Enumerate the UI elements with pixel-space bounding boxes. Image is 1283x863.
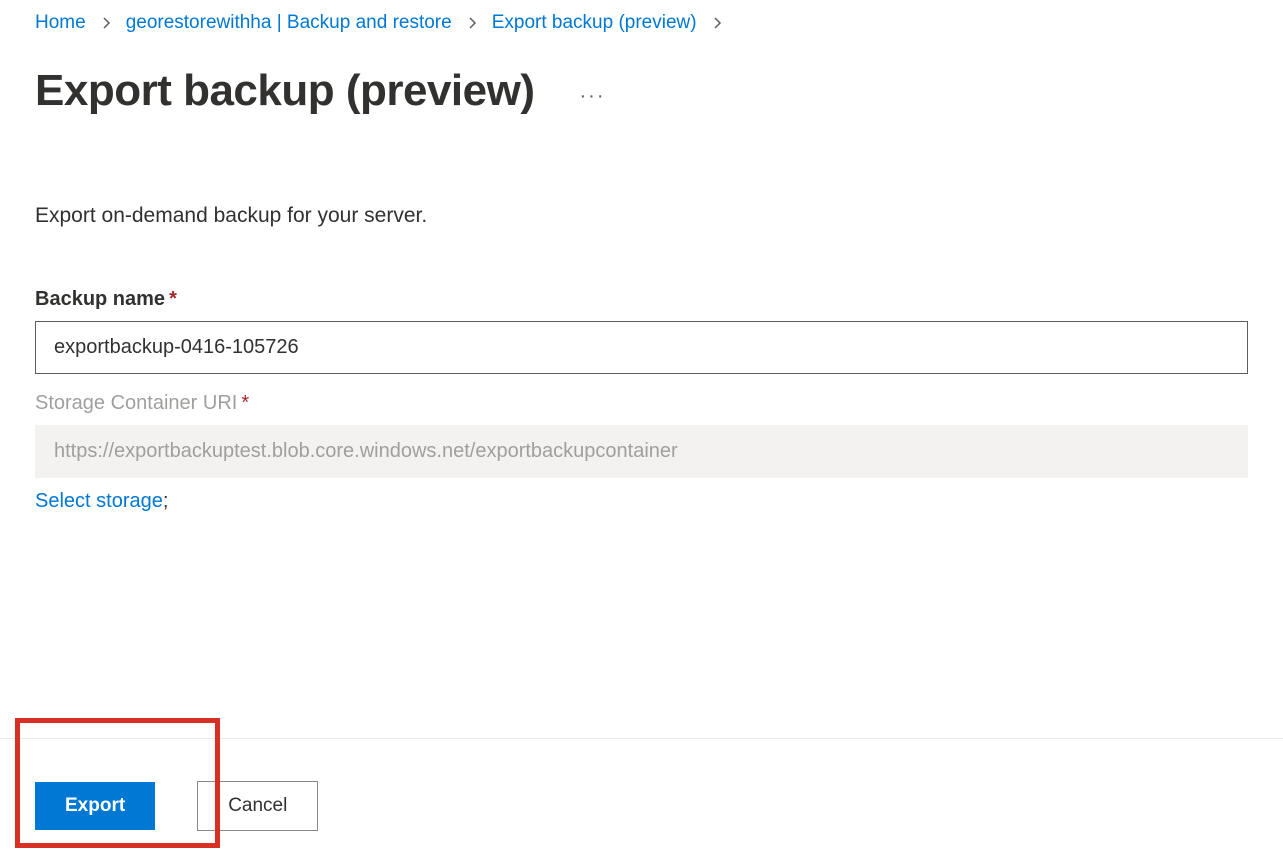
breadcrumb-home[interactable]: Home (35, 12, 86, 34)
chevron-right-icon (711, 17, 723, 29)
storage-uri-input (35, 425, 1248, 478)
chevron-right-icon (100, 17, 112, 29)
required-asterisk: * (241, 392, 249, 414)
chevron-right-icon (466, 17, 478, 29)
breadcrumb: Home georestorewithha | Backup and resto… (35, 12, 1248, 34)
footer-actions: Export Cancel (0, 738, 1283, 853)
page-title: Export backup (preview) (35, 66, 535, 116)
select-storage-link[interactable]: Select storage (35, 490, 163, 512)
required-asterisk: * (169, 288, 177, 310)
backup-name-input[interactable] (35, 321, 1248, 374)
breadcrumb-current[interactable]: Export backup (preview) (492, 12, 697, 34)
link-suffix: ; (163, 490, 169, 512)
more-menu-icon[interactable]: ··· (580, 75, 606, 108)
backup-name-label: Backup name* (35, 288, 177, 311)
export-button[interactable]: Export (35, 782, 155, 830)
cancel-button[interactable]: Cancel (197, 781, 318, 831)
page-description: Export on-demand backup for your server. (35, 204, 1248, 228)
breadcrumb-resource[interactable]: georestorewithha | Backup and restore (126, 12, 452, 34)
storage-uri-label: Storage Container URI* (35, 392, 249, 415)
